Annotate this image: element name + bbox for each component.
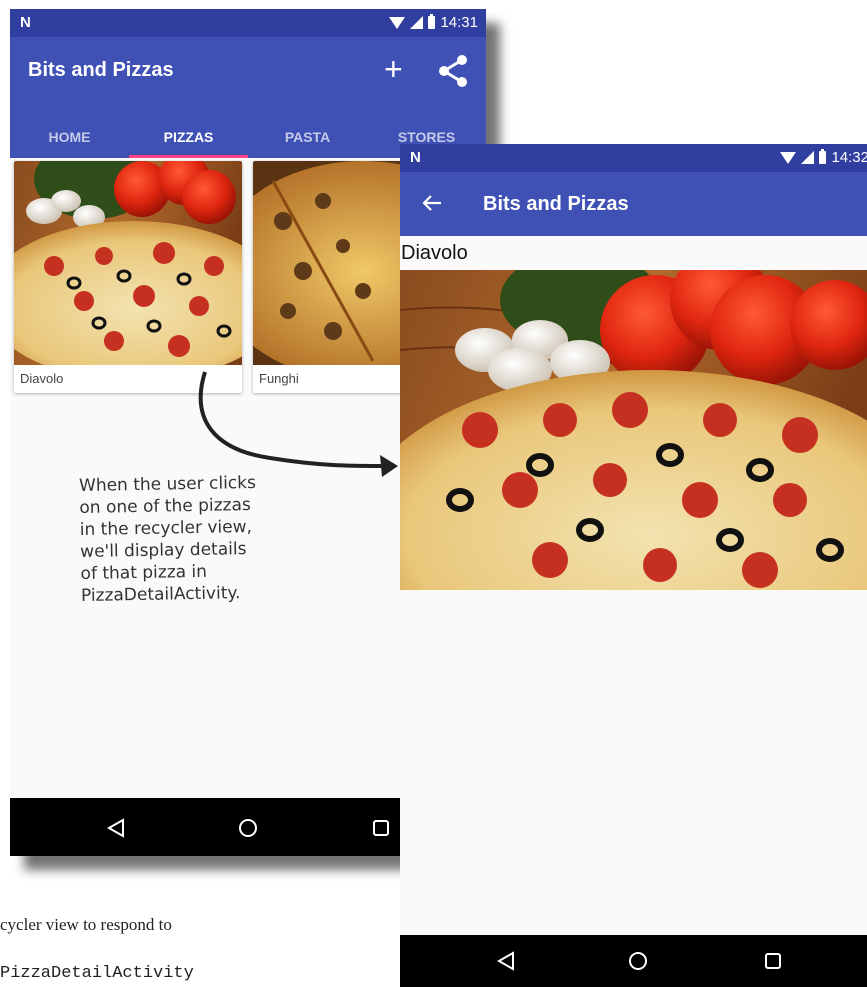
page-text-line1: cycler view to respond to <box>0 915 172 934</box>
transition-arrow <box>198 371 398 477</box>
page-text-line2: PizzaDetailActivity <box>0 964 194 983</box>
